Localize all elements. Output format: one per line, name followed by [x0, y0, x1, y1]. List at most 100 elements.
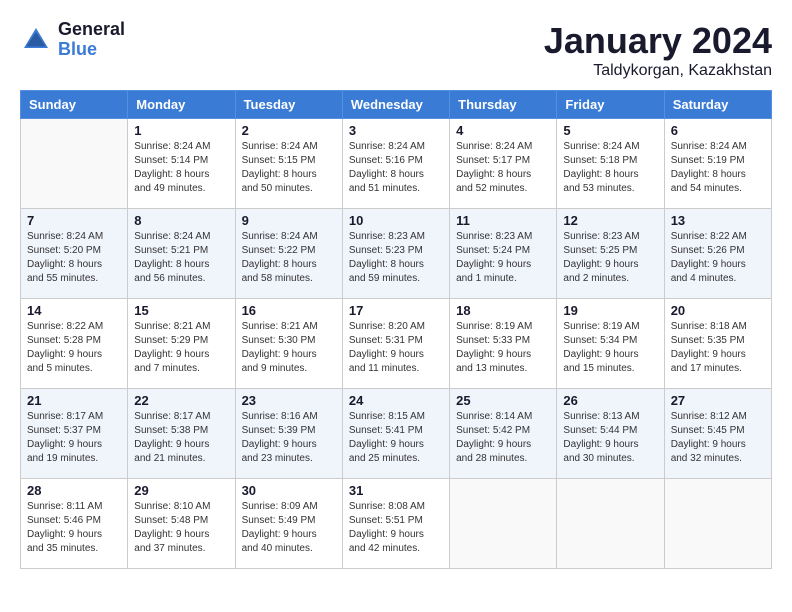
day-number: 2: [242, 123, 336, 138]
day-info: Sunrise: 8:22 AMSunset: 5:28 PMDaylight:…: [27, 320, 121, 376]
day-number: 10: [349, 213, 443, 228]
day-number: 23: [242, 393, 336, 408]
logo-general: General: [58, 20, 125, 40]
day-info: Sunrise: 8:23 AMSunset: 5:25 PMDaylight:…: [563, 230, 657, 286]
day-number: 13: [671, 213, 765, 228]
calendar-cell: 30Sunrise: 8:09 AMSunset: 5:49 PMDayligh…: [235, 479, 342, 569]
day-number: 6: [671, 123, 765, 138]
day-number: 8: [134, 213, 228, 228]
day-info: Sunrise: 8:24 AMSunset: 5:20 PMDaylight:…: [27, 230, 121, 286]
day-info: Sunrise: 8:15 AMSunset: 5:41 PMDaylight:…: [349, 410, 443, 466]
day-number: 30: [242, 483, 336, 498]
calendar-cell: 5Sunrise: 8:24 AMSunset: 5:18 PMDaylight…: [557, 119, 664, 209]
header-friday: Friday: [557, 91, 664, 119]
calendar-cell: [450, 479, 557, 569]
calendar-cell: 13 Sunrise: 8:22 AMSunset: 5:26 PMDayligh…: [664, 209, 771, 299]
calendar-cell: 2 Sunrise: 8:24 AMSunset: 5:15 PMDaylight…: [235, 119, 342, 209]
header-tuesday: Tuesday: [235, 91, 342, 119]
calendar-header-row: SundayMondayTuesdayWednesdayThursdayFrid…: [21, 91, 772, 119]
header-thursday: Thursday: [450, 91, 557, 119]
calendar-cell: 24 Sunrise: 8:15 AMSunset: 5:41 PMDayligh…: [342, 389, 449, 479]
day-info: Sunrise: 8:19 AMSunset: 5:33 PMDaylight:…: [456, 320, 550, 376]
calendar-cell: 26 Sunrise: 8:13 AMSunset: 5:44 PMDayligh…: [557, 389, 664, 479]
header-wednesday: Wednesday: [342, 91, 449, 119]
calendar-cell: 10 Sunrise: 8:23 AMSunset: 5:23 PMDayligh…: [342, 209, 449, 299]
day-info: Sunrise: 8:21 AMSunset: 5:30 PMDaylight:…: [242, 320, 336, 376]
day-number: 1: [134, 123, 228, 138]
calendar-cell: 7 Sunrise: 8:24 AMSunset: 5:20 PMDaylight…: [21, 209, 128, 299]
day-number: 12: [563, 213, 657, 228]
day-info: Sunrise: 8:19 AMSunset: 5:34 PMDaylight:…: [563, 320, 657, 376]
day-info: Sunrise: 8:14 AMSunset: 5:42 PMDaylight:…: [456, 410, 550, 466]
calendar-cell: 23Sunrise: 8:16 AMSunset: 5:39 PMDayligh…: [235, 389, 342, 479]
day-number: 21: [27, 393, 121, 408]
day-number: 19: [563, 303, 657, 318]
logo-text: General Blue: [58, 20, 125, 60]
calendar-cell: 28 Sunrise: 8:11 AMSunset: 5:46 PMDayligh…: [21, 479, 128, 569]
day-info: Sunrise: 8:24 AMSunset: 5:19 PMDaylight:…: [671, 140, 765, 196]
calendar-cell: 3Sunrise: 8:24 AMSunset: 5:16 PMDaylight…: [342, 119, 449, 209]
month-title: January 2024: [544, 20, 772, 62]
calendar-week-row: 7 Sunrise: 8:24 AMSunset: 5:20 PMDaylight…: [21, 209, 772, 299]
day-number: 24: [349, 393, 443, 408]
calendar-cell: 27Sunrise: 8:12 AMSunset: 5:45 PMDayligh…: [664, 389, 771, 479]
day-number: 22: [134, 393, 228, 408]
day-info: Sunrise: 8:23 AMSunset: 5:23 PMDaylight:…: [349, 230, 443, 286]
calendar-week-row: 28 Sunrise: 8:11 AMSunset: 5:46 PMDayligh…: [21, 479, 772, 569]
day-number: 28: [27, 483, 121, 498]
calendar-cell: [21, 119, 128, 209]
day-info: Sunrise: 8:21 AMSunset: 5:29 PMDaylight:…: [134, 320, 228, 376]
day-info: Sunrise: 8:12 AMSunset: 5:45 PMDaylight:…: [671, 410, 765, 466]
day-info: Sunrise: 8:13 AMSunset: 5:44 PMDaylight:…: [563, 410, 657, 466]
page-header: General Blue January 2024 Taldykorgan, K…: [20, 20, 772, 80]
calendar-week-row: 14 Sunrise: 8:22 AMSunset: 5:28 PMDayligh…: [21, 299, 772, 389]
day-number: 4: [456, 123, 550, 138]
day-info: Sunrise: 8:24 AMSunset: 5:17 PMDaylight:…: [456, 140, 550, 196]
day-number: 15: [134, 303, 228, 318]
calendar-cell: 18Sunrise: 8:19 AMSunset: 5:33 PMDayligh…: [450, 299, 557, 389]
day-info: Sunrise: 8:24 AMSunset: 5:18 PMDaylight:…: [563, 140, 657, 196]
day-info: Sunrise: 8:23 AMSunset: 5:24 PMDaylight:…: [456, 230, 550, 286]
calendar-cell: 11 Sunrise: 8:23 AMSunset: 5:24 PMDayligh…: [450, 209, 557, 299]
calendar-cell: 1 Sunrise: 8:24 AMSunset: 5:14 PMDaylight…: [128, 119, 235, 209]
day-info: Sunrise: 8:24 AMSunset: 5:21 PMDaylight:…: [134, 230, 228, 286]
calendar-cell: [557, 479, 664, 569]
day-number: 9: [242, 213, 336, 228]
location: Taldykorgan, Kazakhstan: [544, 62, 772, 80]
calendar-cell: 22 Sunrise: 8:17 AMSunset: 5:38 PMDayligh…: [128, 389, 235, 479]
day-info: Sunrise: 8:20 AMSunset: 5:31 PMDaylight:…: [349, 320, 443, 376]
calendar-cell: 12 Sunrise: 8:23 AMSunset: 5:25 PMDayligh…: [557, 209, 664, 299]
day-info: Sunrise: 8:22 AMSunset: 5:26 PMDaylight:…: [671, 230, 765, 286]
day-number: 17: [349, 303, 443, 318]
header-sunday: Sunday: [21, 91, 128, 119]
header-monday: Monday: [128, 91, 235, 119]
calendar-cell: 21 Sunrise: 8:17 AMSunset: 5:37 PMDayligh…: [21, 389, 128, 479]
calendar-cell: 9 Sunrise: 8:24 AMSunset: 5:22 PMDaylight…: [235, 209, 342, 299]
day-info: Sunrise: 8:11 AMSunset: 5:46 PMDaylight:…: [27, 500, 121, 556]
header-saturday: Saturday: [664, 91, 771, 119]
calendar-cell: 4 Sunrise: 8:24 AMSunset: 5:17 PMDaylight…: [450, 119, 557, 209]
day-number: 26: [563, 393, 657, 408]
day-info: Sunrise: 8:24 AMSunset: 5:14 PMDaylight:…: [134, 140, 228, 196]
day-info: Sunrise: 8:24 AMSunset: 5:15 PMDaylight:…: [242, 140, 336, 196]
day-info: Sunrise: 8:08 AMSunset: 5:51 PMDaylight:…: [349, 500, 443, 556]
day-number: 14: [27, 303, 121, 318]
day-number: 7: [27, 213, 121, 228]
calendar-table: SundayMondayTuesdayWednesdayThursdayFrid…: [20, 90, 772, 569]
day-info: Sunrise: 8:17 AMSunset: 5:38 PMDaylight:…: [134, 410, 228, 466]
calendar-cell: 29Sunrise: 8:10 AMSunset: 5:48 PMDayligh…: [128, 479, 235, 569]
calendar-cell: 17 Sunrise: 8:20 AMSunset: 5:31 PMDayligh…: [342, 299, 449, 389]
calendar-cell: 20 Sunrise: 8:18 AMSunset: 5:35 PMDayligh…: [664, 299, 771, 389]
day-number: 25: [456, 393, 550, 408]
day-number: 29: [134, 483, 228, 498]
day-info: Sunrise: 8:18 AMSunset: 5:35 PMDaylight:…: [671, 320, 765, 376]
day-info: Sunrise: 8:17 AMSunset: 5:37 PMDaylight:…: [27, 410, 121, 466]
logo-blue: Blue: [58, 40, 125, 60]
calendar-week-row: 21 Sunrise: 8:17 AMSunset: 5:37 PMDayligh…: [21, 389, 772, 479]
calendar-cell: 14 Sunrise: 8:22 AMSunset: 5:28 PMDayligh…: [21, 299, 128, 389]
day-info: Sunrise: 8:24 AMSunset: 5:22 PMDaylight:…: [242, 230, 336, 286]
calendar-cell: 15 Sunrise: 8:21 AMSunset: 5:29 PMDayligh…: [128, 299, 235, 389]
day-number: 20: [671, 303, 765, 318]
logo: General Blue: [20, 20, 125, 60]
day-number: 11: [456, 213, 550, 228]
